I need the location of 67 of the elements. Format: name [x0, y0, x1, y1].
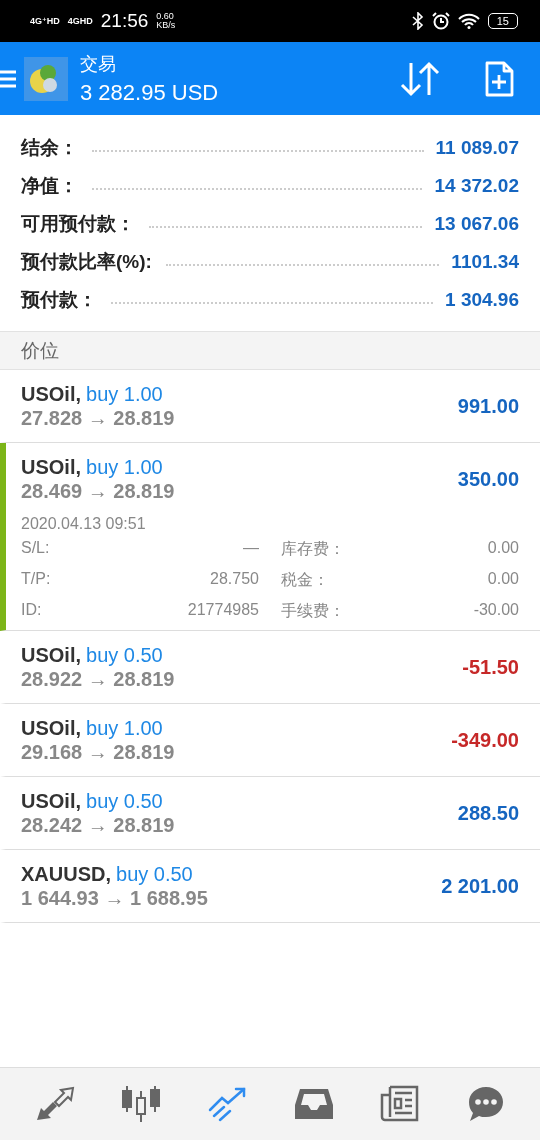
detail-label: ID: — [21, 601, 43, 620]
summary-value: 14 372.02 — [434, 175, 519, 197]
detail-label: 手续费： — [280, 601, 339, 621]
wifi-icon — [457, 13, 480, 29]
detail-value: 28.750 — [209, 570, 259, 589]
detail-value: 21774985 — [186, 601, 259, 620]
position-profit: -51.50 — [462, 655, 519, 679]
summary-label: 预付款比率(%): — [21, 250, 152, 274]
bluetooth-icon — [411, 12, 424, 30]
summary-value: 1 304.96 — [445, 289, 519, 311]
position-profit: 350.00 — [457, 467, 519, 491]
detail-value: — — [242, 539, 259, 558]
detail-label: S/L: — [21, 539, 51, 558]
position-volume: buy 0.50 — [86, 643, 163, 667]
position-row[interactable]: USOil, buy 1.00 27.828 → 28.819 991.00 — [0, 370, 540, 443]
position-symbol: XAUUSD, — [21, 862, 111, 886]
signal-label: 4G⁺HD — [30, 16, 60, 26]
summary-value: 1101.34 — [451, 251, 519, 273]
position-symbol: USOil, — [21, 382, 81, 406]
summary-label: 结余： — [21, 136, 78, 160]
position-prices: 29.168 → 28.819 — [21, 740, 176, 764]
detail-value: 0.00 — [486, 539, 519, 558]
position-row[interactable]: USOil, buy 0.50 28.242 → 28.819 288.50 — [0, 777, 540, 850]
position-profit: -349.00 — [451, 728, 519, 752]
position-volume: buy 1.00 — [86, 716, 163, 740]
position-prices: 28.469 → 28.819 — [21, 479, 176, 503]
battery-level: 15 — [487, 13, 518, 29]
detail-label: 库存费： — [280, 539, 339, 559]
signal-label: 4GHD — [67, 16, 93, 26]
menu-icon[interactable] — [0, 68, 16, 89]
summary-label: 预付款： — [21, 288, 97, 312]
speed-unit: KB/s — [156, 21, 176, 30]
summary-label: 净值： — [21, 174, 78, 198]
position-row[interactable]: USOil, buy 1.00 29.168 → 28.819 -349.00 — [0, 704, 540, 777]
position-symbol: USOil, — [21, 716, 81, 740]
position-profit: 2 201.00 — [441, 874, 519, 898]
position-symbol: USOil, — [21, 643, 81, 667]
network-speed: 0.60 — [156, 12, 175, 21]
position-prices: 28.922 → 28.819 — [21, 667, 176, 691]
detail-label: 税金： — [280, 570, 330, 590]
position-row[interactable]: XAUUSD, buy 0.50 1 644.93 → 1 688.95 2 201.00 — [0, 850, 540, 923]
app-logo-icon — [24, 56, 68, 101]
position-symbol: USOil, — [21, 455, 81, 479]
position-prices: 28.242 → 28.819 — [21, 813, 176, 837]
position-profit: 288.50 — [457, 801, 519, 825]
clock: 21:56 — [100, 10, 149, 32]
open-time: 2020.04.13 09:51 — [21, 515, 147, 533]
position-prices: 1 644.93 → 1 688.95 — [21, 886, 209, 910]
summary-value: 11 089.07 — [435, 137, 519, 159]
position-row[interactable]: USOil, buy 1.00 28.469 → 28.819 350.00 2020.04.13 09:51 S/L: — 库存费： 0.00 T/P: 28.750 税金： 0.00 ID: 21774985 手续费： -30.00 — [0, 443, 540, 631]
position-profit: 991.00 — [457, 394, 519, 418]
position-volume: buy 1.00 — [86, 455, 163, 479]
position-volume: buy 1.00 — [86, 382, 163, 406]
screen-title: 交易 — [80, 52, 117, 76]
position-prices: 27.828 → 28.819 — [21, 406, 176, 430]
summary-label: 可用预付款： — [21, 212, 135, 236]
detail-value: -30.00 — [472, 601, 519, 620]
position-symbol: USOil, — [21, 789, 81, 813]
detail-value: 0.00 — [486, 570, 519, 589]
position-row[interactable]: USOil, buy 0.50 28.922 → 28.819 -51.50 — [0, 631, 540, 704]
summary-value: 13 067.06 — [434, 213, 519, 235]
account-balance: 3 282.95 USD — [80, 79, 220, 106]
section-title: 价位 — [21, 338, 59, 363]
position-volume: buy 0.50 — [116, 862, 193, 886]
alarm-icon — [431, 12, 450, 30]
position-volume: buy 0.50 — [86, 789, 163, 813]
detail-label: T/P: — [21, 570, 52, 589]
